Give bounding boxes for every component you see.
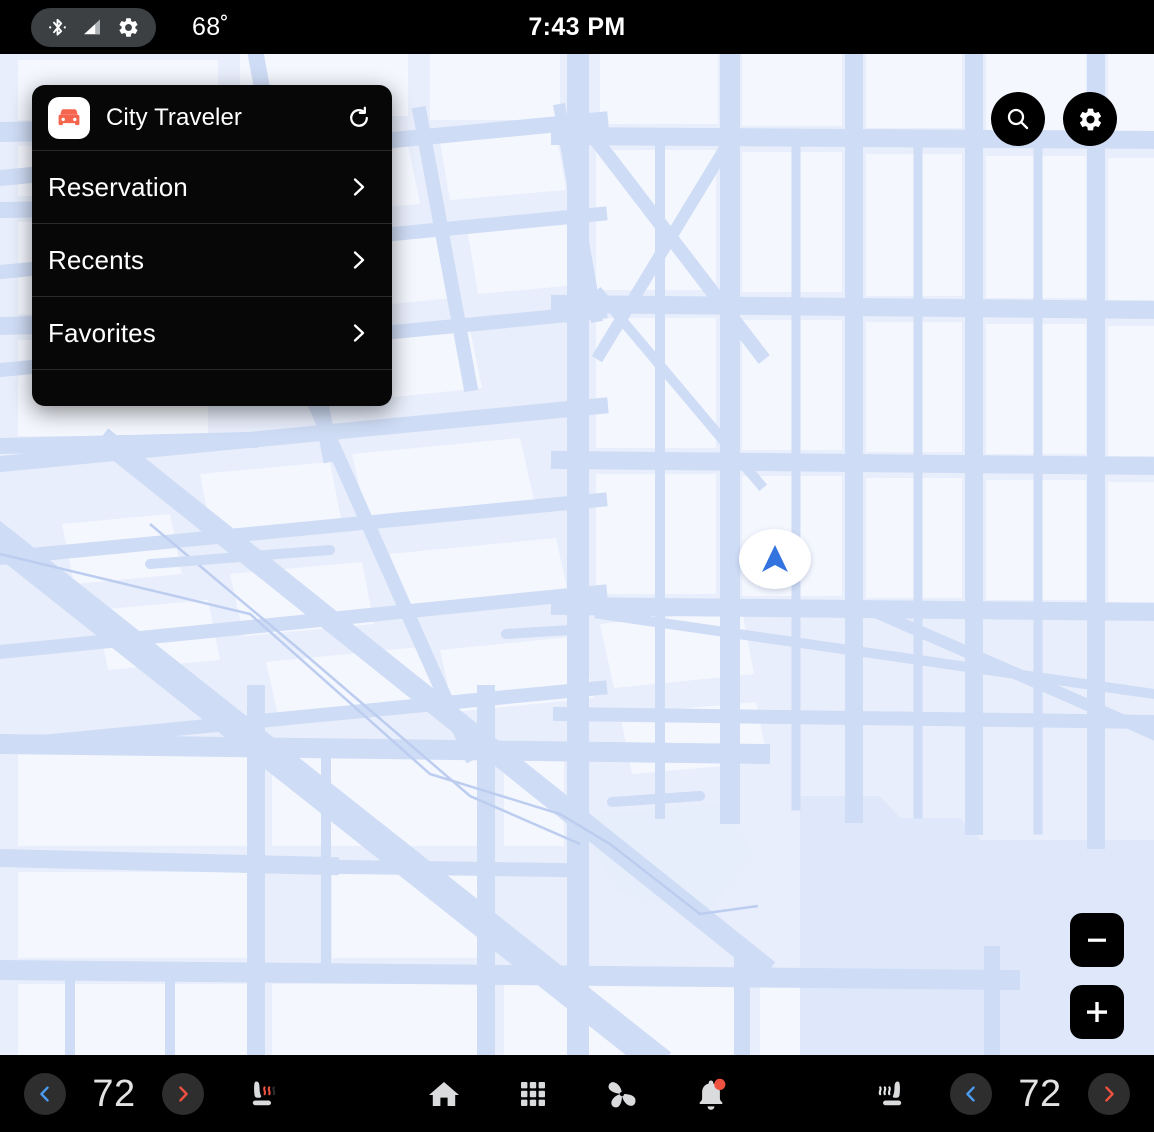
plus-icon (1083, 998, 1111, 1026)
refresh-button[interactable] (342, 101, 376, 135)
driver-heated-seat-button[interactable] (232, 1055, 292, 1132)
panel-header: City Traveler (32, 85, 392, 151)
current-position-marker (739, 529, 811, 589)
panel-title: City Traveler (106, 104, 342, 132)
passenger-climate-control: 72 (950, 1055, 1130, 1132)
climate-fan-button[interactable] (601, 1073, 643, 1115)
refresh-icon (346, 105, 372, 131)
zoom-in-button[interactable] (1070, 985, 1124, 1039)
chevron-right-icon (173, 1084, 193, 1104)
gear-icon (1077, 106, 1104, 133)
heated-seat-icon (872, 1074, 912, 1114)
app-icon-tile (48, 97, 90, 139)
home-icon (426, 1076, 462, 1112)
search-button[interactable] (991, 92, 1045, 146)
status-bar: 68˚ 7:43 PM (0, 0, 1154, 54)
map-settings-button[interactable] (1063, 92, 1117, 146)
chevron-right-icon (348, 176, 370, 198)
apps-grid-icon (516, 1077, 550, 1111)
chevron-right-icon (348, 249, 370, 271)
notification-bell-icon (694, 1076, 728, 1112)
panel-row-reservation[interactable]: Reservation (32, 151, 392, 224)
passenger-temp-decrease-button[interactable] (950, 1073, 992, 1115)
heated-seat-icon (242, 1074, 282, 1114)
notifications-button[interactable] (690, 1073, 732, 1115)
chevron-right-icon (1099, 1084, 1119, 1104)
bottom-control-bar: 72 (0, 1055, 1154, 1132)
panel-footer (32, 370, 392, 406)
panel-row-favorites[interactable]: Favorites (32, 297, 392, 370)
navigation-arrow-icon (757, 541, 793, 577)
fan-climate-icon (603, 1075, 641, 1113)
panel-row-label: Reservation (48, 172, 348, 203)
home-button[interactable] (423, 1073, 465, 1115)
car-front-icon (54, 103, 84, 133)
chevron-right-icon (348, 322, 370, 344)
panel-row-label: Favorites (48, 318, 348, 349)
clock: 7:43 PM (0, 8, 1154, 47)
chevron-left-icon (961, 1084, 981, 1104)
driver-climate-control: 72 (24, 1055, 204, 1132)
apps-grid-button[interactable] (512, 1073, 554, 1115)
zoom-out-button[interactable] (1070, 913, 1124, 967)
passenger-heated-seat-button[interactable] (862, 1055, 922, 1132)
search-icon (1005, 106, 1031, 132)
city-traveler-panel: City Traveler Reservation Recents (32, 85, 392, 406)
panel-row-recents[interactable]: Recents (32, 224, 392, 297)
driver-temp-decrease-button[interactable] (24, 1073, 66, 1115)
infotainment-screen: City Traveler Reservation Recents (0, 0, 1154, 1132)
chevron-left-icon (35, 1084, 55, 1104)
minus-icon (1084, 927, 1110, 953)
passenger-temp-increase-button[interactable] (1088, 1073, 1130, 1115)
passenger-temperature-value: 72 (992, 1073, 1088, 1115)
driver-temp-increase-button[interactable] (162, 1073, 204, 1115)
panel-row-label: Recents (48, 245, 348, 276)
driver-temperature-value: 72 (66, 1073, 162, 1115)
